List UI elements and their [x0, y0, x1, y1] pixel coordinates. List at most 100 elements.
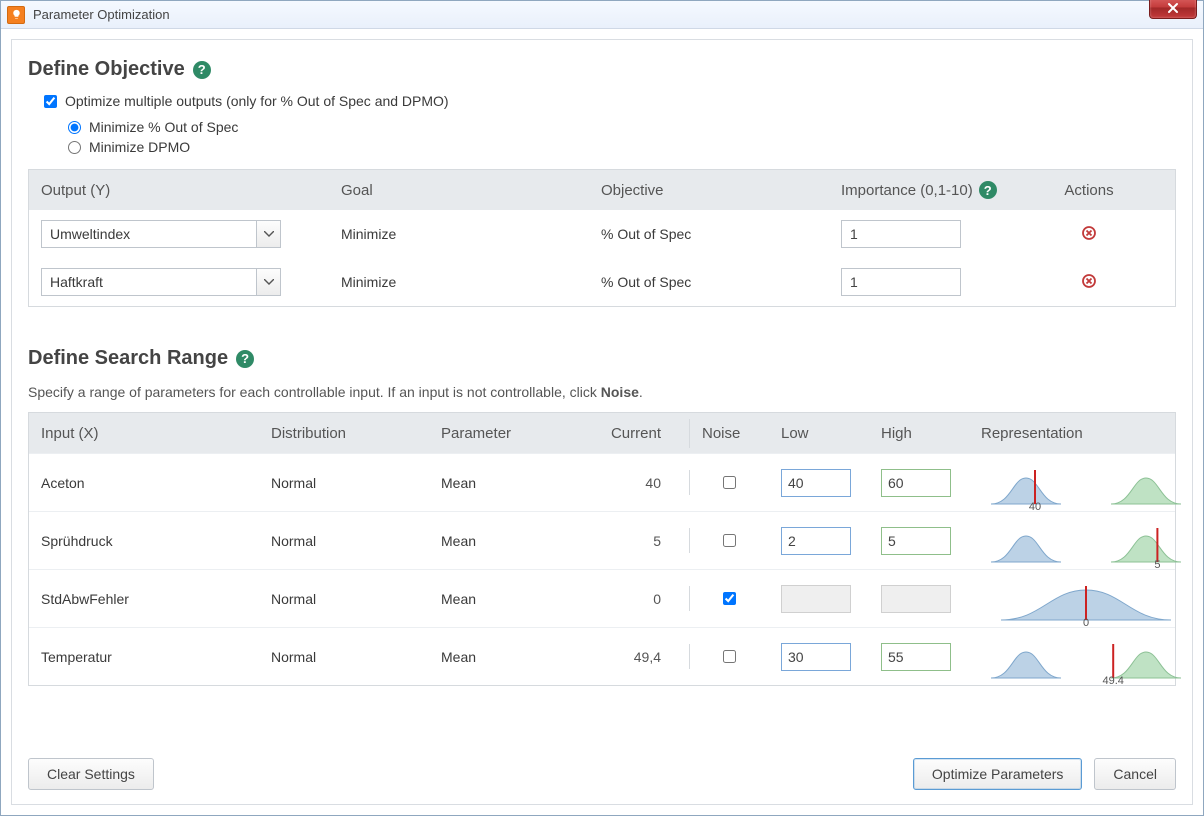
window-close-button[interactable] [1149, 0, 1197, 19]
output-dropdown[interactable]: Haftkraft [41, 268, 281, 296]
parameter-cell: Mean [429, 585, 569, 613]
define-search-range-heading-text: Define Search Range [28, 347, 228, 370]
col-parameter: Parameter [429, 419, 569, 448]
objective-cell: % Out of Spec [589, 220, 829, 248]
search-range-table: Input (X) Distribution Parameter Current… [28, 412, 1176, 686]
goal-cell: Minimize [329, 268, 589, 296]
objective-row: Umweltindex Minimize % Out of Spec [29, 210, 1175, 258]
delete-icon [1082, 274, 1096, 288]
col-importance: Importance (0,1-10) ? [829, 175, 1029, 205]
define-objective-heading-text: Define Objective [28, 58, 185, 81]
app-icon [7, 6, 25, 24]
search-range-row: Aceton Normal Mean 40 40 [29, 453, 1175, 511]
col-output: Output (Y) [29, 176, 329, 205]
search-range-row: StdAbwFehler Normal Mean 0 0 [29, 569, 1175, 627]
low-input[interactable] [781, 527, 851, 555]
col-actions: Actions [1029, 176, 1149, 205]
current-cell: 40 [569, 469, 689, 497]
input-name-cell: Aceton [29, 469, 259, 497]
low-input[interactable] [781, 643, 851, 671]
high-input[interactable] [881, 585, 951, 613]
delete-icon [1082, 226, 1096, 240]
col-input: Input (X) [29, 419, 259, 448]
optimize-multiple-checkbox[interactable] [44, 95, 57, 108]
objective-row: Haftkraft Minimize % Out of Spec [29, 258, 1175, 306]
window-title: Parameter Optimization [33, 7, 170, 22]
input-name-cell: Temperatur [29, 643, 259, 671]
importance-input[interactable] [841, 268, 961, 296]
col-objective: Objective [589, 176, 829, 205]
low-input[interactable] [781, 585, 851, 613]
output-dropdown-value: Haftkraft [50, 274, 103, 290]
delete-row-button[interactable] [1029, 220, 1149, 249]
search-range-header: Input (X) Distribution Parameter Current… [29, 413, 1175, 453]
output-dropdown[interactable]: Umweltindex [41, 220, 281, 248]
help-icon[interactable]: ? [236, 350, 254, 368]
representation-cell: 40 [969, 458, 1203, 508]
distribution-graphic: 40 [981, 464, 1191, 510]
parameter-cell: Mean [429, 527, 569, 555]
output-dropdown-value: Umweltindex [50, 226, 130, 242]
define-objective-heading: Define Objective ? [28, 58, 1176, 81]
minimize-pct-out-label[interactable]: Minimize % Out of Spec [89, 119, 238, 135]
chevron-down-icon [256, 269, 280, 295]
search-range-row: Sprühdruck Normal Mean 5 5 [29, 511, 1175, 569]
svg-text:0: 0 [1083, 617, 1089, 626]
help-icon[interactable]: ? [193, 61, 211, 79]
parameter-cell: Mean [429, 469, 569, 497]
goal-cell: Minimize [329, 220, 589, 248]
input-name-cell: Sprühdruck [29, 527, 259, 555]
help-icon[interactable]: ? [979, 181, 997, 199]
minimize-dpmo-label[interactable]: Minimize DPMO [89, 139, 190, 155]
col-distribution: Distribution [259, 419, 429, 448]
noise-checkbox[interactable] [723, 650, 736, 663]
input-name-cell: StdAbwFehler [29, 585, 259, 613]
importance-input[interactable] [841, 220, 961, 248]
noise-checkbox[interactable] [723, 592, 736, 605]
distribution-graphic: 5 [981, 522, 1191, 568]
distribution-cell: Normal [259, 643, 429, 671]
noise-checkbox[interactable] [723, 534, 736, 547]
low-input[interactable] [781, 469, 851, 497]
objective-radio-group: Minimize % Out of Spec Minimize DPMO [68, 115, 1176, 159]
distribution-cell: Normal [259, 469, 429, 497]
col-low: Low [769, 419, 869, 448]
optimize-multiple-row: Optimize multiple outputs (only for % Ou… [44, 93, 1176, 109]
close-icon [1167, 2, 1179, 14]
objective-cell: % Out of Spec [589, 268, 829, 296]
high-input[interactable] [881, 469, 951, 497]
cancel-button[interactable]: Cancel [1094, 758, 1176, 790]
col-high: High [869, 419, 969, 448]
minimize-dpmo-radio[interactable] [68, 141, 81, 154]
current-cell: 0 [569, 585, 689, 613]
optimize-multiple-label[interactable]: Optimize multiple outputs (only for % Ou… [65, 93, 449, 109]
high-input[interactable] [881, 527, 951, 555]
dialog-footer: Clear Settings Optimize Parameters Cance… [28, 742, 1176, 790]
dialog-content: Define Objective ? Optimize multiple out… [11, 39, 1193, 805]
distribution-cell: Normal [259, 585, 429, 613]
col-current: Current [569, 419, 689, 448]
delete-row-button[interactable] [1029, 268, 1149, 297]
high-input[interactable] [881, 643, 951, 671]
representation-cell: 0 [969, 574, 1203, 624]
col-noise: Noise [689, 419, 769, 448]
parameter-cell: Mean [429, 643, 569, 671]
clear-settings-button[interactable]: Clear Settings [28, 758, 154, 790]
distribution-graphic: 0 [981, 580, 1191, 626]
minimize-pct-out-radio[interactable] [68, 121, 81, 134]
titlebar: Parameter Optimization [1, 1, 1203, 29]
current-cell: 49,4 [569, 643, 689, 671]
distribution-cell: Normal [259, 527, 429, 555]
representation-cell: 5 [969, 516, 1203, 566]
representation-cell: 49,4 [969, 632, 1203, 682]
noise-checkbox[interactable] [723, 476, 736, 489]
current-cell: 5 [569, 527, 689, 555]
svg-text:40: 40 [1029, 501, 1041, 510]
svg-text:5: 5 [1154, 559, 1160, 568]
objective-table-header: Output (Y) Goal Objective Importance (0,… [29, 170, 1175, 210]
objective-table: Output (Y) Goal Objective Importance (0,… [28, 169, 1176, 307]
search-range-row: Temperatur Normal Mean 49,4 49,4 [29, 627, 1175, 685]
col-goal: Goal [329, 176, 589, 205]
chevron-down-icon [256, 221, 280, 247]
optimize-parameters-button[interactable]: Optimize Parameters [913, 758, 1082, 790]
